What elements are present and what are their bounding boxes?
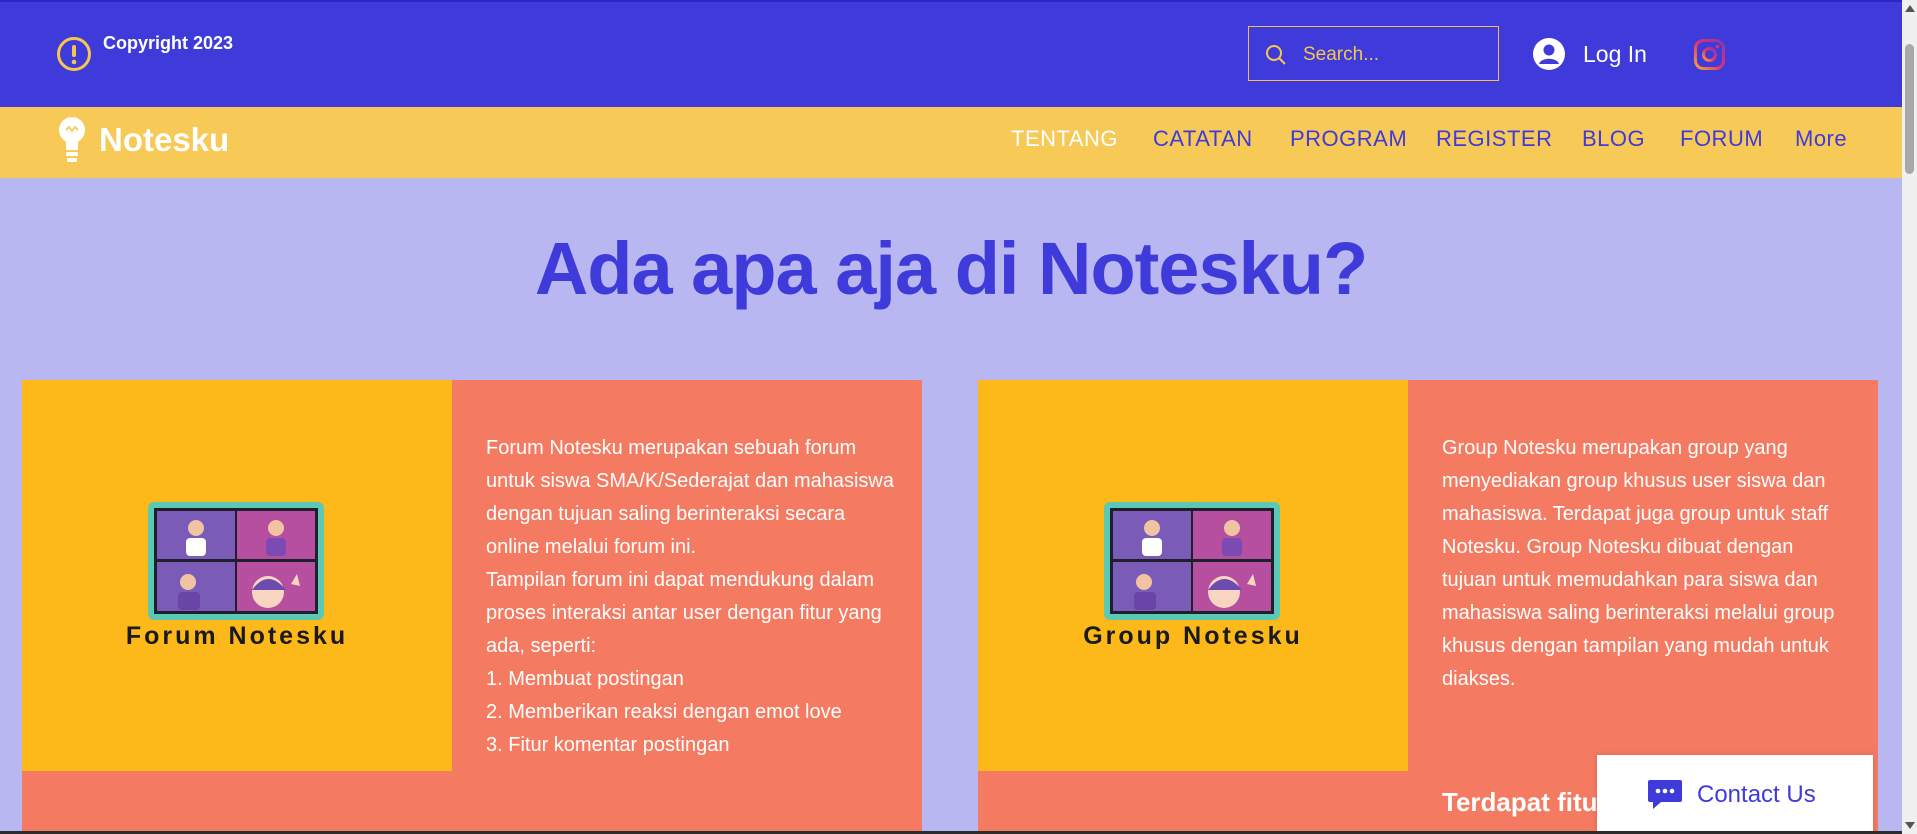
lightbulb-logo-icon[interactable] [57,116,87,164]
contact-us-label: Contact Us [1697,780,1816,808]
exclamation-circle-icon [57,37,91,71]
nav-item-catatan[interactable]: CATATAN [1153,126,1253,152]
feature-card-forum: Forum Notesku Forum Notesku merupakan se… [22,380,922,834]
top-header-bar: Copyright 2023 Log In [0,0,1902,107]
feature-list-item: 2. Memberikan reaksi dengan emot love [486,701,842,723]
card-image-panel: Group Notesku [978,380,1408,771]
card-image-panel: Forum Notesku [22,380,452,771]
nav-item-tentang[interactable]: TENTANG [1011,126,1118,152]
instagram-icon[interactable] [1694,39,1725,70]
search-input[interactable] [1301,37,1490,73]
card-description: Group Notesku merupakan group yang menye… [1442,432,1852,696]
contact-us-button[interactable]: Contact Us [1597,755,1873,834]
video-call-illustration [148,502,324,620]
user-avatar-icon [1533,38,1565,70]
card-subheading: Terdapat fitur [1442,787,1608,817]
card-description: Forum Notesku merupakan sebuah forum unt… [486,432,896,762]
main-navigation: Notesku TENTANG CATATAN PROGRAM REGISTER… [0,107,1902,178]
nav-item-register[interactable]: REGISTER [1436,126,1552,152]
feature-list-item: 1. Membuat postingan [486,668,684,690]
nav-item-more[interactable]: More [1795,126,1847,152]
search-box[interactable] [1248,26,1499,81]
chat-bubble-icon [1648,780,1682,809]
card-paragraph: Forum Notesku merupakan sebuah forum unt… [486,437,894,558]
search-icon [1266,45,1286,65]
login-button[interactable]: Log In [1533,36,1647,72]
feature-list-item: 3. Fitur komentar postingan [486,734,730,756]
page-headline: Ada apa aja di Notesku? [534,227,1368,310]
card-image-title: Forum Notesku [125,622,349,650]
scroll-down-arrow-icon[interactable] [1905,822,1915,829]
scroll-up-arrow-icon[interactable] [1905,5,1915,12]
nav-item-forum[interactable]: FORUM [1680,126,1763,152]
vertical-scrollbar[interactable] [1902,0,1917,834]
card-paragraph: Group Notesku merupakan group yang menye… [1442,437,1835,690]
scrollbar-thumb[interactable] [1905,44,1914,174]
login-label: Log In [1583,40,1647,67]
copyright-text: Copyright 2023 [103,33,234,53]
video-call-illustration [1104,502,1280,620]
site-logo-text[interactable]: Notesku [99,121,229,159]
card-paragraph: Tampilan forum ini dapat mendukung dalam… [486,569,882,657]
nav-item-program[interactable]: PROGRAM [1290,126,1407,152]
card-image-title: Group Notesku [1083,622,1303,650]
nav-item-blog[interactable]: BLOG [1582,126,1645,152]
